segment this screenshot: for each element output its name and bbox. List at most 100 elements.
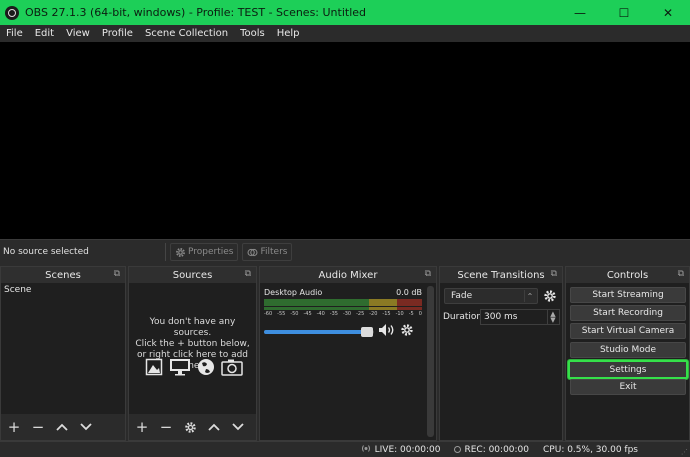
menu-file[interactable]: File (0, 28, 29, 39)
menu-help[interactable]: Help (271, 28, 306, 39)
move-up-icon[interactable] (52, 417, 72, 437)
menu-edit[interactable]: Edit (29, 28, 60, 39)
sources-body: You don't have any sources. Click the + … (129, 283, 256, 440)
monitor-icon (169, 357, 191, 377)
float-dock-icon[interactable]: ⧉ (425, 269, 431, 279)
scenes-footer: + − (1, 414, 125, 440)
transitions-body: Fade ⌃ Duration 300 ms ▲ ▼ (440, 283, 562, 440)
mixer-scrollbar[interactable] (427, 286, 434, 437)
meter-tick: -25 (356, 311, 365, 317)
meter-tick: 0 (418, 311, 422, 317)
meter-tick: -5 (408, 311, 414, 317)
float-dock-icon[interactable]: ⧉ (245, 269, 251, 279)
exit-button[interactable]: Exit (570, 379, 686, 395)
meter-tick: -20 (369, 311, 378, 317)
filter-icon (248, 248, 258, 256)
scenes-list[interactable]: Scene (1, 283, 125, 414)
track-level: 0.0 dB (396, 288, 422, 297)
rec-status: REC: 00:00:00 (454, 445, 529, 455)
mixer-body: Desktop Audio 0.0 dB -60 -55 -50 -45 -40… (260, 283, 436, 440)
controls-dock-header: Controls ⧉ (566, 267, 689, 283)
chevron-updown-icon: ⌃ (524, 290, 535, 302)
float-dock-icon[interactable]: ⧉ (114, 269, 120, 279)
meter-tick: -60 (264, 311, 273, 317)
mixer-dock-header: Audio Mixer ⧉ (260, 267, 436, 283)
start-recording-button[interactable]: Start Recording (570, 305, 686, 321)
gear-icon[interactable] (180, 417, 200, 437)
move-up-icon[interactable] (204, 417, 224, 437)
controls-body: Start Streaming Start Recording Start Vi… (566, 283, 689, 440)
close-button[interactable]: ✕ (646, 0, 690, 25)
transitions-dock-header: Scene Transitions ⧉ (440, 267, 562, 283)
menu-bar: File Edit View Profile Scene Collection … (0, 25, 690, 42)
source-toolbar: No source selected Properties Filters (0, 239, 690, 264)
meter-tick: -30 (342, 311, 352, 317)
menu-profile[interactable]: Profile (96, 28, 139, 39)
globe-icon (195, 357, 217, 377)
controls-title: Controls (606, 269, 649, 281)
duration-value: 300 ms (484, 312, 518, 322)
move-down-icon[interactable] (76, 417, 96, 437)
menu-tools[interactable]: Tools (234, 28, 271, 39)
sources-dock: Sources ⧉ You don't have any sources. Cl… (128, 266, 257, 441)
duration-spinbox[interactable]: 300 ms ▲ ▼ (480, 309, 560, 325)
meter-tick: -15 (382, 311, 391, 317)
transition-select[interactable]: Fade ⌃ (444, 288, 538, 304)
title-bar: OBS 27.1.3 (64-bit, windows) - Profile: … (0, 0, 690, 25)
remove-icon[interactable]: − (28, 417, 48, 437)
volume-slider-fill (264, 329, 368, 334)
speaker-icon[interactable] (378, 322, 396, 341)
preview-canvas[interactable] (0, 42, 690, 239)
meter-tick: -45 (303, 311, 312, 317)
controls-dock: Controls ⧉ Start Streaming Start Recordi… (565, 266, 690, 441)
track-header: Desktop Audio 0.0 dB (264, 288, 422, 297)
start-streaming-button[interactable]: Start Streaming (570, 287, 686, 303)
maximize-button[interactable]: ☐ (602, 0, 646, 25)
scene-list-item[interactable]: Scene (1, 283, 125, 297)
float-dock-icon[interactable]: ⧉ (551, 269, 557, 279)
start-virtual-camera-button[interactable]: Start Virtual Camera (570, 323, 686, 339)
volume-slider[interactable] (264, 326, 374, 337)
transitions-title: Scene Transitions (457, 269, 545, 281)
window-title: OBS 27.1.3 (64-bit, windows) - Profile: … (25, 6, 367, 19)
broadcast-icon (360, 444, 372, 456)
scenes-title: Scenes (45, 269, 81, 281)
live-status: LIVE: 00:00:00 (360, 444, 441, 456)
gear-icon[interactable] (542, 288, 558, 304)
menu-view[interactable]: View (60, 28, 96, 39)
minimize-button[interactable]: — (558, 0, 602, 25)
settings-button[interactable]: Settings (568, 360, 688, 379)
filters-label: Filters (260, 247, 288, 257)
scene-transitions-dock: Scene Transitions ⧉ Fade ⌃ Duration 300 … (439, 266, 563, 441)
remove-icon[interactable]: − (156, 417, 176, 437)
gear-icon[interactable] (400, 322, 414, 341)
studio-mode-button[interactable]: Studio Mode (570, 342, 686, 358)
meter-tick: -35 (329, 311, 338, 317)
properties-button[interactable]: Properties (170, 243, 239, 261)
sources-list[interactable]: You don't have any sources. Click the + … (129, 283, 256, 414)
menu-scene-collection[interactable]: Scene Collection (139, 28, 234, 39)
fader-row (264, 322, 422, 341)
resize-grip-icon[interactable]: ⋰ (681, 448, 688, 456)
volume-slider-handle[interactable] (361, 326, 374, 337)
move-down-icon[interactable] (228, 417, 248, 437)
properties-label: Properties (188, 247, 234, 257)
mixer-title: Audio Mixer (318, 269, 378, 281)
transition-selected: Fade (451, 291, 473, 301)
status-bar: LIVE: 00:00:00 REC: 00:00:00 CPU: 0.5%, … (0, 441, 690, 457)
meter-ticks: -60 -55 -50 -45 -40 -35 -30 -25 -20 -15 … (264, 311, 422, 317)
meter-tick: -40 (316, 311, 325, 317)
camera-icon (220, 357, 243, 377)
filters-button[interactable]: Filters (242, 243, 293, 261)
desktop-audio-track: Desktop Audio 0.0 dB -60 -55 -50 -45 -40… (264, 288, 423, 341)
duration-label: Duration (443, 312, 483, 322)
empty-line-2: Click the + button below, (135, 339, 250, 349)
volume-meter (264, 299, 423, 306)
audio-mixer-dock: Audio Mixer ⧉ Desktop Audio 0.0 dB -60 -… (259, 266, 437, 441)
float-dock-icon[interactable]: ⧉ (678, 269, 684, 279)
live-time: LIVE: 00:00:00 (374, 444, 441, 455)
empty-line-1: You don't have any sources. (149, 317, 236, 338)
add-icon[interactable]: + (4, 417, 24, 437)
add-icon[interactable]: + (132, 417, 152, 437)
spin-arrows-icon[interactable]: ▲ ▼ (547, 310, 558, 324)
